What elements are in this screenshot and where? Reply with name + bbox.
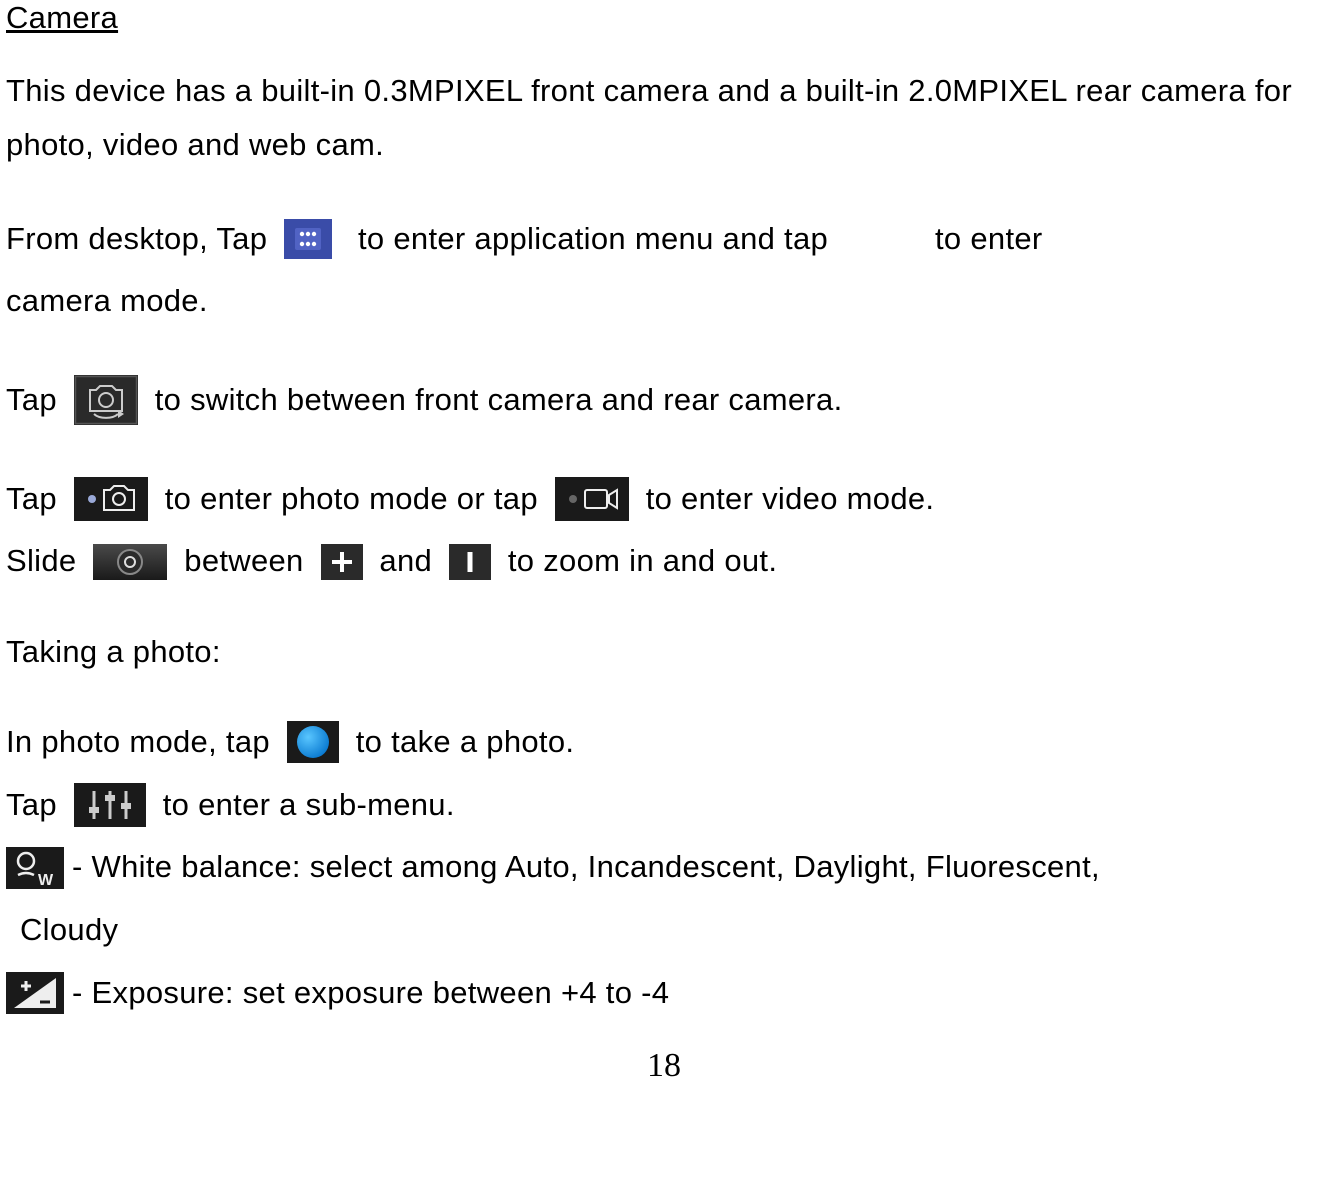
taking-photo-heading: Taking a photo: xyxy=(6,634,1322,670)
text-fragment: to zoom in and out. xyxy=(499,535,777,588)
submenu-line: Tap to enter a sub-menu. xyxy=(6,779,1322,832)
text-fragment: Tap xyxy=(6,473,66,526)
text-fragment: camera mode. xyxy=(6,275,208,328)
text-fragment: - Exposure: set exposure between +4 to -… xyxy=(72,967,669,1020)
switch-camera-line: Tap to switch between front camera and r… xyxy=(6,374,1322,427)
section-heading: Camera xyxy=(6,0,1322,36)
text-fragment: between xyxy=(175,535,312,588)
switch-camera-icon xyxy=(74,375,138,425)
text-fragment: to enter photo mode or tap xyxy=(156,473,547,526)
exposure-line: - Exposure: set exposure between +4 to -… xyxy=(6,967,1322,1020)
text-fragment: and xyxy=(371,535,441,588)
white-balance-line-2: Cloudy xyxy=(20,904,1322,957)
app-menu-icon xyxy=(284,219,332,259)
text-fragment: Tap xyxy=(6,779,66,832)
text-fragment: Tap xyxy=(6,374,66,427)
zoom-out-bar-icon xyxy=(449,544,491,580)
svg-text:W: W xyxy=(38,872,54,889)
text-fragment: to enter a sub-menu. xyxy=(154,779,455,832)
exposure-icon xyxy=(6,972,64,1014)
text-fragment: - White balance: select among Auto, Inca… xyxy=(72,841,1100,894)
zoom-line: Slide between and xyxy=(6,535,1322,588)
text-fragment: From desktop, Tap xyxy=(6,213,276,266)
desktop-line-2: camera mode. xyxy=(6,275,1322,328)
text-fragment: to enter video mode. xyxy=(637,473,935,526)
page-number: 18 xyxy=(6,1047,1322,1085)
desktop-line-1: From desktop, Tap to enter application m… xyxy=(6,213,1322,266)
text-fragment: Slide xyxy=(6,535,85,588)
text-fragment: to enter application menu and tap to ent… xyxy=(340,213,1051,266)
photo-video-mode-line: Tap to enter photo mode or tap to enter … xyxy=(6,473,1322,526)
photo-mode-icon xyxy=(74,477,148,521)
text-fragment: In photo mode, tap xyxy=(6,716,279,769)
zoom-in-plus-icon xyxy=(321,544,363,580)
document-page: Camera This device has a built-in 0.3MPI… xyxy=(0,0,1328,1183)
video-mode-icon xyxy=(555,477,629,521)
shutter-line: In photo mode, tap to take a photo. xyxy=(6,716,1322,769)
shutter-icon xyxy=(287,721,339,763)
sliders-settings-icon xyxy=(74,783,146,827)
text-fragment: to take a photo. xyxy=(347,716,574,769)
white-balance-line: W - White balance: select among Auto, In… xyxy=(6,841,1322,894)
zoom-slider-icon xyxy=(93,544,167,580)
intro-paragraph: This device has a built-in 0.3MPIXEL fro… xyxy=(6,64,1322,173)
white-balance-icon: W xyxy=(6,847,64,889)
text-fragment: to switch between front camera and rear … xyxy=(146,374,843,427)
